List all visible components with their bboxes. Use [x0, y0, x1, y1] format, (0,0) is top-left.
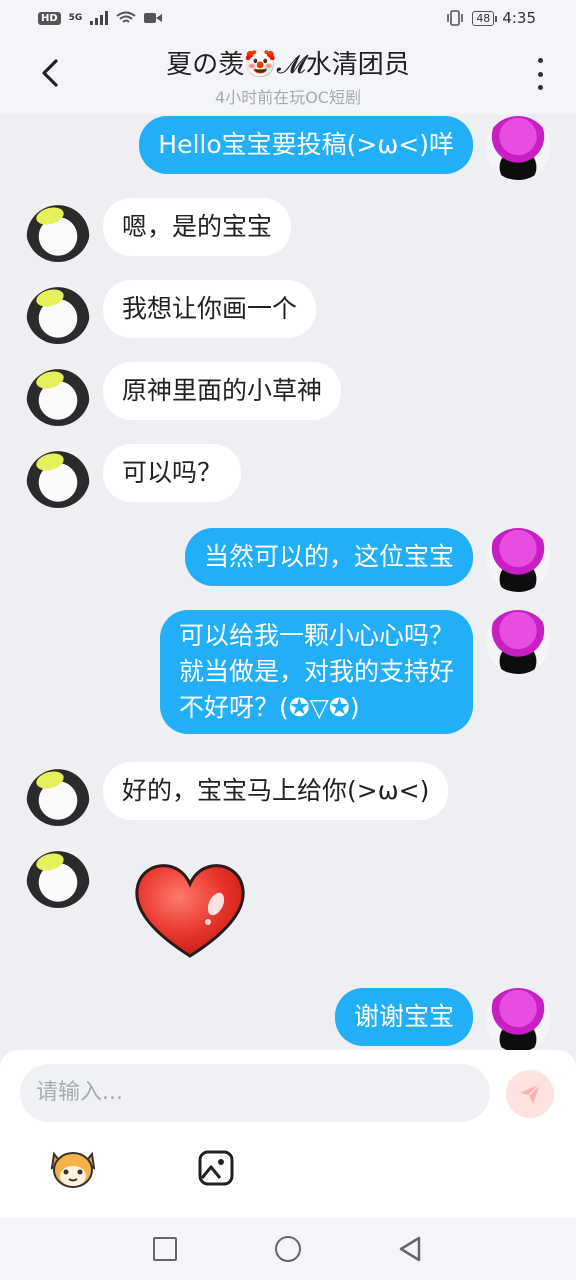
system-navigation-bar: [0, 1218, 576, 1280]
message-bubble[interactable]: 原神里面的小草神: [103, 362, 342, 420]
clock: 4:35: [502, 9, 536, 27]
my-avatar[interactable]: [486, 988, 550, 1050]
contact-avatar[interactable]: [26, 762, 90, 826]
message-line: 可以给我一颗小心心吗？: [178, 621, 454, 650]
more-options-icon[interactable]: [530, 58, 550, 90]
my-avatar[interactable]: [486, 610, 550, 674]
contact-avatar[interactable]: [26, 844, 90, 908]
my-avatar[interactable]: [486, 116, 550, 180]
contact-avatar[interactable]: [26, 198, 90, 262]
chat-header: 夏の羡🤡𝓜水清团员 4小时前在玩OC短剧: [0, 36, 576, 114]
heart-sticker[interactable]: [132, 862, 248, 962]
message-line: 不好呀？(✪▽✪): [178, 693, 360, 722]
contact-avatar[interactable]: [26, 280, 90, 344]
message-bubble[interactable]: 我想让你画一个: [103, 280, 317, 338]
message-input[interactable]: 请输入...: [20, 1064, 490, 1122]
recents-button[interactable]: [153, 1237, 177, 1261]
camera-icon: [144, 13, 163, 23]
contact-avatar[interactable]: [26, 444, 90, 508]
system-back-icon[interactable]: [397, 1235, 423, 1263]
message-bubble[interactable]: 嗯，是的宝宝: [103, 198, 292, 256]
network-type: 5G: [68, 13, 83, 23]
home-button[interactable]: [275, 1236, 301, 1262]
message-list[interactable]: Hello宝宝要投稿(>ω<)咩 嗯，是的宝宝 我想让你画一个 原神里面的小草神…: [0, 114, 576, 1050]
send-icon: [520, 1083, 541, 1104]
my-avatar[interactable]: [486, 528, 550, 592]
contact-name[interactable]: 夏の羡🤡𝓜水清团员: [0, 44, 576, 81]
sticker-mascot-icon[interactable]: [48, 1146, 98, 1190]
message-bubble[interactable]: 可以吗？: [103, 444, 242, 502]
message-bubble[interactable]: 当然可以的，这位宝宝: [184, 528, 473, 586]
signal-icon: [90, 11, 109, 25]
message-bubble[interactable]: 可以给我一颗小心心吗？ 就当做是，对我的支持好 不好呀？(✪▽✪): [159, 610, 473, 734]
status-bar: HD 5G 48 4:35: [0, 0, 576, 36]
send-button[interactable]: [506, 1070, 554, 1118]
contact-avatar[interactable]: [26, 362, 90, 426]
hd-indicator: HD: [38, 11, 61, 25]
wifi-icon: [116, 11, 136, 23]
message-bubble[interactable]: 谢谢宝宝: [334, 988, 473, 1046]
message-bubble[interactable]: 好的，宝宝马上给你(>ω<): [103, 762, 449, 820]
image-icon[interactable]: [198, 1150, 234, 1186]
vibrate-icon: [447, 10, 464, 26]
contact-status: 4小时前在玩OC短剧: [215, 88, 361, 107]
battery-icon: 48: [472, 10, 498, 26]
composer: 请输入...: [0, 1050, 576, 1218]
message-bubble[interactable]: Hello宝宝要投稿(>ω<)咩: [139, 116, 473, 174]
message-line: 就当做是，对我的支持好: [178, 657, 454, 686]
